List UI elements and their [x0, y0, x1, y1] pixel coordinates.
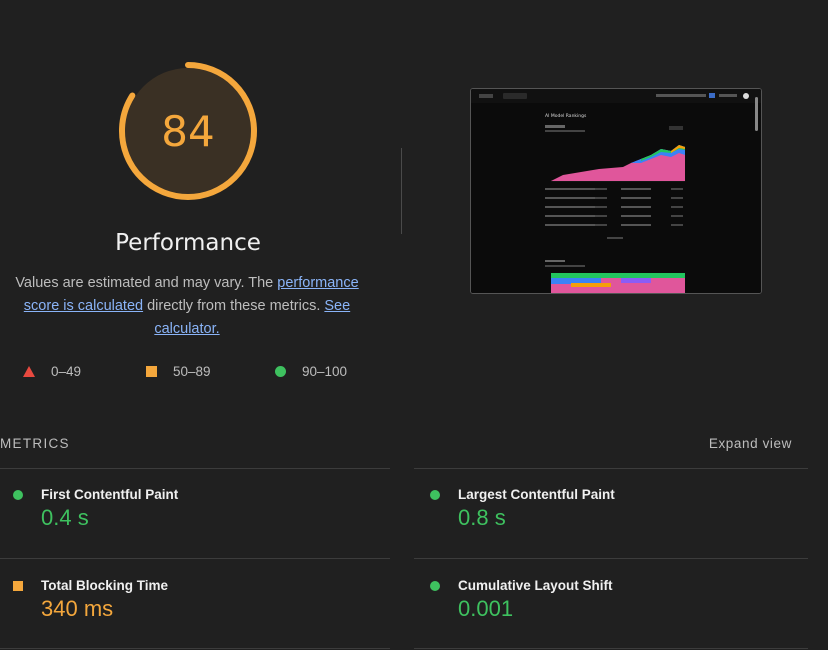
legend-range: 50–89: [173, 364, 211, 379]
divider: [0, 648, 390, 649]
expand-view-button[interactable]: Expand view: [709, 436, 792, 451]
preview-page-title: AI Model Rankings: [545, 113, 587, 119]
legend-item-fail: 0–49: [23, 364, 81, 379]
pass-circle-icon: [13, 490, 23, 500]
metric-label: Cumulative Layout Shift: [458, 578, 613, 593]
metric-label: Total Blocking Time: [41, 578, 169, 593]
legend-item-average: 50–89: [146, 364, 211, 379]
circle-icon: [275, 366, 286, 377]
page-preview-image: AI Model Rankings: [471, 89, 761, 293]
average-square-icon: [13, 581, 23, 591]
divider: [0, 558, 390, 559]
score-legend: 0–49 50–89 90–100: [0, 364, 380, 384]
metric-value: 0.001: [458, 596, 514, 621]
metric-label: Largest Contentful Paint: [458, 487, 615, 502]
legend-range: 90–100: [302, 364, 348, 379]
metrics-heading: METRICS: [0, 436, 70, 451]
score-value: 84: [161, 106, 215, 156]
performance-score-gauge: 84: [115, 58, 261, 204]
metric-value: 0.8 s: [458, 505, 506, 530]
metric-value: 0.4 s: [41, 505, 89, 530]
legend-range: 0–49: [51, 364, 82, 379]
description-text: Values are estimated and may vary. The: [15, 275, 278, 291]
metric-label: First Contentful Paint: [41, 487, 179, 502]
pass-circle-icon: [430, 581, 440, 591]
vertical-divider: [401, 148, 402, 234]
divider: [414, 558, 808, 559]
category-title: Performance: [115, 230, 261, 256]
final-screenshot-thumbnail[interactable]: AI Model Rankings: [470, 88, 762, 294]
description-text: directly from these metrics.: [143, 298, 325, 314]
triangle-icon: [23, 366, 35, 377]
pass-circle-icon: [430, 490, 440, 500]
metric-value: 340 ms: [41, 596, 114, 621]
divider: [0, 468, 390, 469]
legend-item-pass: 90–100: [275, 364, 347, 379]
divider: [414, 468, 808, 469]
score-description: Values are estimated and may vary. The p…: [4, 272, 370, 341]
divider: [414, 648, 808, 649]
square-icon: [146, 366, 157, 377]
